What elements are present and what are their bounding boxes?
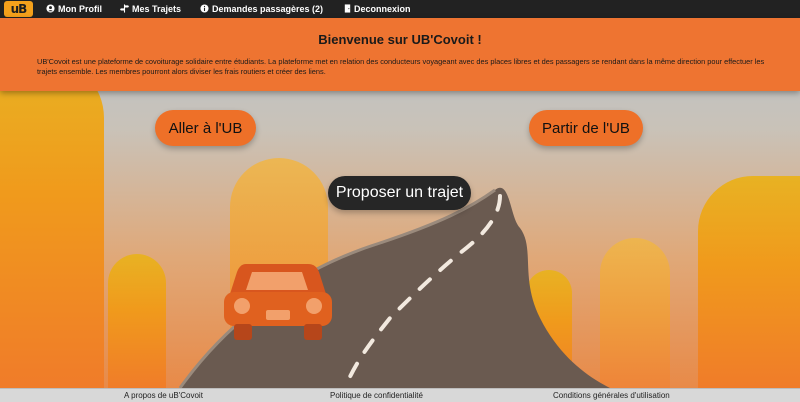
nav-label: Demandes passagères (2) xyxy=(212,4,324,14)
info-circle-icon xyxy=(200,3,209,15)
footer-link-terms[interactable]: Conditions générales d'utilisation xyxy=(553,391,670,400)
leave-from-ub-button[interactable]: Partir de l'UB xyxy=(529,110,643,146)
footer-link-privacy[interactable]: Politique de confidentialité xyxy=(330,391,423,400)
nav-label: Mon Profil xyxy=(58,4,102,14)
nav-mes-trajets[interactable]: Mes Trajets xyxy=(120,2,181,16)
car-illustration xyxy=(224,264,332,340)
welcome-banner: Bienvenue sur UB'Covoit ! UB'Covoit est … xyxy=(0,18,800,91)
nav-label: Mes Trajets xyxy=(132,4,182,14)
footer-link-about[interactable]: A propos de uB'Covoit xyxy=(124,391,203,400)
door-exit-icon xyxy=(344,3,351,15)
road-signpost-icon xyxy=(120,3,129,15)
page-description: UB'Covoit est une plateforme de covoitur… xyxy=(37,57,765,76)
nav-mon-profil[interactable]: Mon Profil xyxy=(46,2,102,16)
go-to-ub-button[interactable]: Aller à l'UB xyxy=(155,110,256,146)
footer: A propos de uB'Covoit Politique de confi… xyxy=(0,388,800,402)
top-navbar: uB Mon Profil Mes Trajets Demandes passa… xyxy=(0,0,800,18)
propose-trip-button[interactable]: Proposer un trajet xyxy=(328,176,471,210)
nav-demandes-passageres[interactable]: Demandes passagères (2) xyxy=(200,2,323,16)
user-circle-icon xyxy=(46,3,55,15)
nav-deconnexion[interactable]: Deconnexion xyxy=(344,2,411,16)
nav-label: Deconnexion xyxy=(354,4,411,14)
page-title: Bienvenue sur UB'Covoit ! xyxy=(318,32,482,47)
ub-logo[interactable]: uB xyxy=(4,1,33,17)
